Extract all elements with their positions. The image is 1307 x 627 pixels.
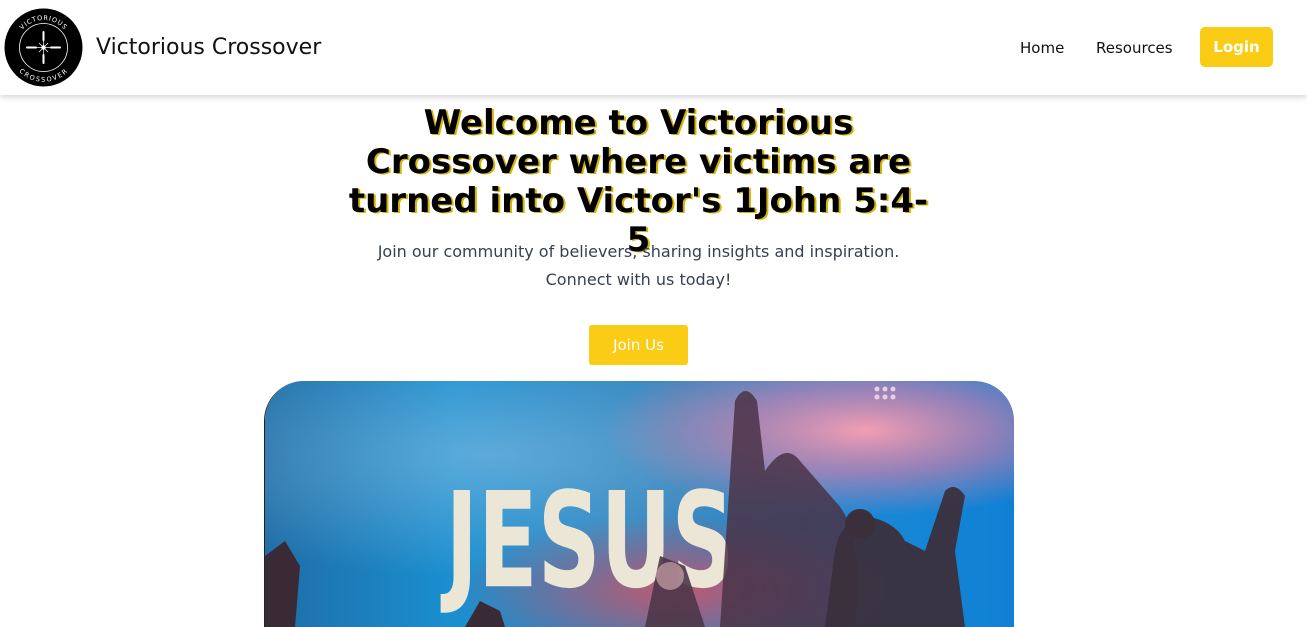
hero-subtitle: Join our community of believers, sharing… bbox=[370, 238, 907, 294]
nav-resources-link[interactable]: Resources bbox=[1096, 37, 1173, 59]
site-name[interactable]: Victorious Crossover bbox=[96, 33, 321, 63]
login-button[interactable]: Login bbox=[1200, 27, 1273, 67]
worship-concert-image: JESUS bbox=[265, 381, 1014, 627]
cross-logo-icon[interactable]: VICTORIOUS CROSSOVER bbox=[4, 8, 83, 87]
hero-subtitle-line2: Connect with us today! bbox=[545, 270, 732, 289]
hero-title: Welcome to Victorious Crossover where vi… bbox=[348, 103, 929, 260]
nav-home-link[interactable]: Home bbox=[1020, 37, 1064, 59]
top-navbar: VICTORIOUS CROSSOVER Victorious Crossove… bbox=[0, 0, 1307, 95]
worship-hero-image: JESUS bbox=[264, 381, 1014, 627]
hero-subtitle-line1: Join our community of believers, sharing… bbox=[377, 242, 900, 261]
join-us-button[interactable]: Join Us bbox=[589, 325, 688, 365]
